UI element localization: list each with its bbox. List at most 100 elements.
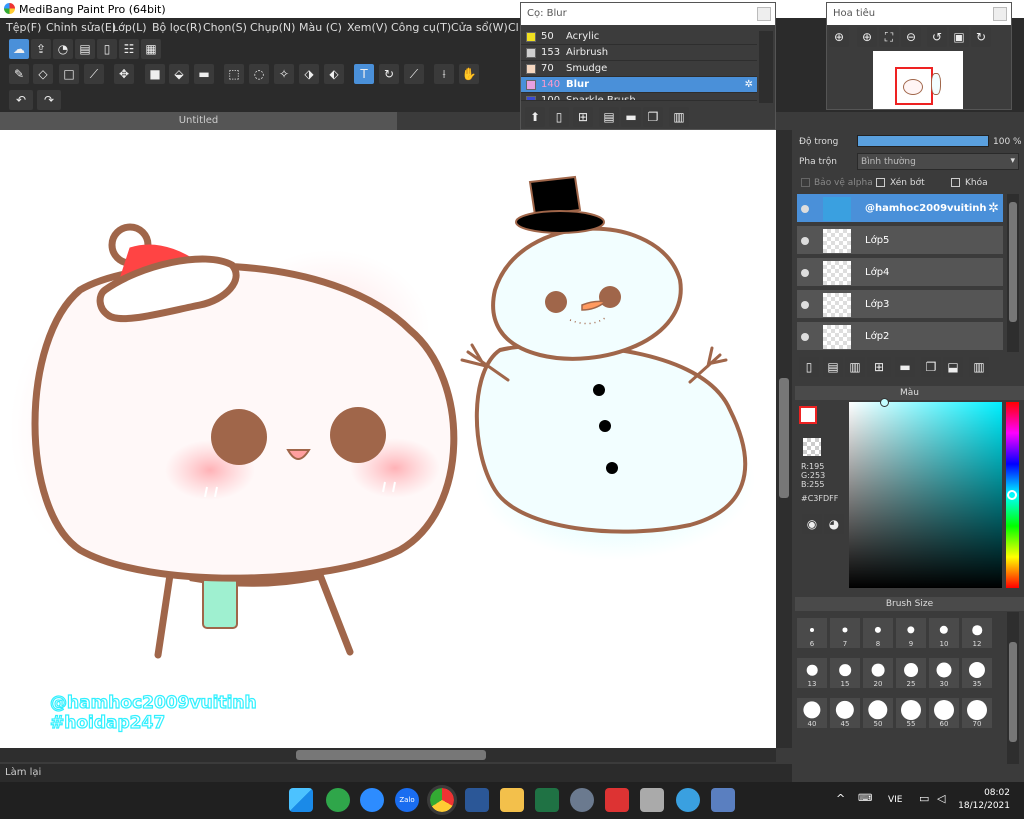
menu-select[interactable]: Chọn(S) (203, 21, 247, 34)
zoom-icon[interactable] (360, 788, 384, 812)
hue-cursor[interactable] (1007, 490, 1017, 500)
fit-icon[interactable]: ⛶ (879, 27, 899, 47)
clock[interactable]: 08:02 18/12/2021 (958, 787, 1010, 813)
remote-desktop-icon[interactable] (711, 788, 735, 812)
menu-color[interactable]: Màu (C) (299, 21, 342, 34)
zoom-out-icon[interactable]: ⊖ (901, 27, 921, 47)
brush-size-cell[interactable]: 45 (830, 698, 860, 728)
brush-size-cell[interactable]: 60 (929, 698, 959, 728)
brush-size-cell[interactable]: 7 (830, 618, 860, 648)
layer-row[interactable]: Lớp3 (797, 290, 1003, 320)
brush-item[interactable]: 70 Smudge (521, 61, 757, 77)
gradient-icon[interactable]: ▬ (194, 64, 214, 84)
brush-size-cell[interactable]: 8 (863, 618, 893, 648)
brush-size-cell[interactable]: 40 (797, 698, 827, 728)
upload-icon[interactable]: ⇪ (31, 39, 51, 59)
close-icon[interactable] (993, 7, 1007, 21)
brush-size-cell[interactable]: 55 (896, 698, 926, 728)
gear-icon[interactable]: ✲ (988, 201, 999, 216)
hscroll-thumb[interactable] (296, 750, 486, 760)
opacity-slider[interactable] (857, 135, 989, 147)
lasso-icon[interactable]: ◌ (249, 64, 269, 84)
undo-icon[interactable]: ↶ (9, 90, 33, 110)
trash-icon[interactable]: ▥ (969, 357, 989, 377)
select-pen-icon[interactable]: ⬗ (299, 64, 319, 84)
operation-icon[interactable]: ↻ (379, 64, 399, 84)
menu-tools[interactable]: Công cụ(T) (391, 21, 451, 34)
zalo-icon[interactable]: Zalo (395, 788, 419, 812)
keyboard-icon[interactable]: ⌨ (858, 793, 872, 804)
hand-icon[interactable]: ✋ (459, 64, 479, 84)
add-brush-icon[interactable]: ⊞ (573, 107, 593, 127)
speech-bubble-icon[interactable]: ◔ (53, 39, 73, 59)
rotate-left-icon[interactable]: ↺ (927, 27, 947, 47)
eye-icon[interactable] (801, 269, 809, 277)
excel-icon[interactable] (535, 788, 559, 812)
file-explorer-icon[interactable] (500, 788, 524, 812)
rect-select-icon[interactable]: □ (59, 64, 79, 84)
duplicate-icon[interactable]: ❐ (643, 107, 663, 127)
network-icon[interactable]: ▭ (919, 792, 929, 805)
brush-item-selected[interactable]: 140 Blur ✲ (521, 77, 757, 93)
tab-untitled[interactable]: Untitled (0, 112, 397, 130)
layer-row-selected[interactable]: @hamhoc2009vuitinh ✲ (797, 194, 1003, 224)
brush-size-cell[interactable]: 13 (797, 658, 827, 688)
close-icon[interactable] (757, 7, 771, 21)
menu-file[interactable]: Tệp(F) (6, 21, 41, 34)
brush-item[interactable]: 153 Airbrush (521, 45, 757, 61)
eyedropper-icon[interactable]: ⟊ (434, 64, 454, 84)
cloud-download-icon[interactable]: ⬆ (525, 107, 545, 127)
palette-icon[interactable]: ◉ (802, 514, 822, 534)
brush-item[interactable]: 50 Acrylic (521, 29, 757, 45)
redo-icon[interactable]: ↷ (37, 90, 61, 110)
divide-icon[interactable]: ⟋ (404, 64, 424, 84)
eraser-icon[interactable]: ◇ (33, 64, 53, 84)
new-halftone-layer-icon[interactable]: ▤ (823, 357, 843, 377)
new-8bit-layer-icon[interactable]: ▥ (845, 357, 865, 377)
brush-size-cell[interactable]: 25 (896, 658, 926, 688)
navigator-preview[interactable] (873, 51, 963, 109)
transparent-color[interactable] (803, 438, 821, 456)
fill-rect-icon[interactable]: ■ (145, 64, 165, 84)
brush-list-scrollbar[interactable] (759, 31, 773, 103)
lock-checkbox[interactable] (951, 178, 960, 187)
color-saturation-area[interactable] (849, 398, 1002, 588)
foreground-color[interactable] (799, 406, 817, 424)
blend-select[interactable]: Bình thường ▾ (857, 153, 1019, 170)
menu-capture[interactable]: Chụp(N) (250, 21, 295, 34)
gear-icon[interactable]: ✲ (745, 77, 753, 93)
brush-size-scrollbar[interactable] (1007, 612, 1019, 764)
brush-size-cell[interactable]: 10 (929, 618, 959, 648)
folder-icon[interactable]: ▬ (895, 357, 915, 377)
eye-icon[interactable] (801, 237, 809, 245)
color-cursor[interactable] (880, 398, 889, 407)
magic-wand-icon[interactable]: ✧ (274, 64, 294, 84)
trash-icon[interactable]: ▥ (669, 107, 689, 127)
brush-size-cell[interactable]: 70 (962, 698, 992, 728)
select-eraser-icon[interactable]: ⬖ (324, 64, 344, 84)
brush-size-cell[interactable]: 50 (863, 698, 893, 728)
add-layer-menu-icon[interactable]: ⊞ (867, 357, 891, 377)
layer-row[interactable]: Lớp5 (797, 226, 1003, 256)
canvas-vertical-scrollbar[interactable] (776, 130, 792, 748)
dot-brush-icon[interactable]: ⟋ (84, 64, 104, 84)
copy-brush-icon[interactable]: ▤ (599, 107, 619, 127)
text-icon[interactable]: T (354, 64, 374, 84)
calculator-icon[interactable] (640, 788, 664, 812)
globe-icon[interactable] (676, 788, 700, 812)
menu-view[interactable]: Xem(V) (347, 21, 388, 34)
chrome-icon[interactable] (427, 785, 457, 815)
chevron-up-icon[interactable]: ^ (836, 792, 845, 805)
brush-size-cell[interactable]: 6 (797, 618, 827, 648)
marquee-icon[interactable]: ⬚ (224, 64, 244, 84)
brush-item[interactable]: 100 Sparkle Brush (521, 93, 757, 101)
zoom-in-small-icon[interactable]: ⊕ (857, 27, 877, 47)
color-picker-icon[interactable]: ◕ (824, 514, 844, 534)
folder-icon[interactable]: ▬ (621, 107, 641, 127)
word-icon[interactable] (465, 788, 489, 812)
move-icon[interactable]: ✥ (114, 64, 134, 84)
clipping-checkbox[interactable] (876, 178, 885, 187)
drawing-canvas[interactable]: @hamhoc2009vuitinh #hoidap247 (0, 130, 776, 748)
brush-size-cell[interactable]: 35 (962, 658, 992, 688)
brush-size-cell[interactable]: 12 (962, 618, 992, 648)
